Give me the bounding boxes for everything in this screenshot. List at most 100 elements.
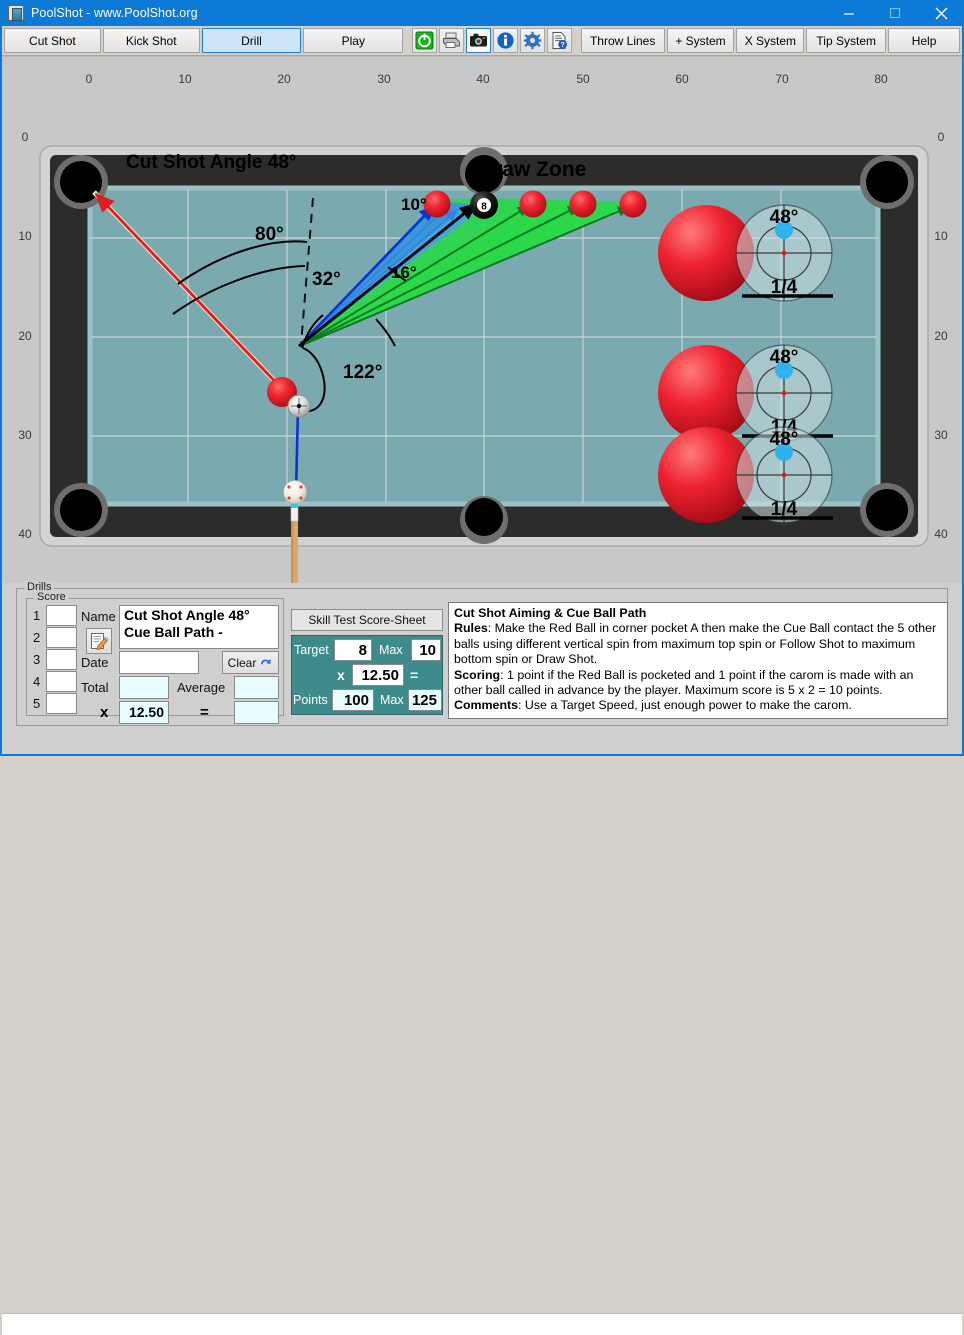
tip-system-button[interactable]: Tip System [806,28,887,53]
aim-fraction-3: 1/4 [771,499,798,520]
undo-icon [261,658,271,665]
app-window: PoolShot - www.PoolShot.org Cut Shot Kic… [0,0,964,1335]
pocket-top-right [860,155,914,209]
bottom-panel: Drills Score 1 2 3 4 5 Name Cut Shot Ang… [2,581,962,1335]
camera-icon[interactable] [466,28,491,53]
date-input[interactable] [119,651,199,674]
aim-fraction-1: 1/4 [771,277,798,298]
window-title: PoolShot - www.PoolShot.org [31,6,198,20]
target-label: Target [294,643,329,657]
eight-ball-number: 8 [481,202,487,213]
scoring-text: : 1 point if the Red Ball is pocketed an… [454,667,914,698]
eight-ball: 8 [470,191,498,219]
aim-angle-3: 48° [770,429,799,450]
name-input[interactable]: Cut Shot Angle 48° Cue Ball Path - [119,605,279,649]
window-controls [826,0,964,26]
score-input-5[interactable] [46,693,77,714]
score-row-num-4: 4 [33,674,41,689]
name-line-1: Cut Shot Angle 48° [124,607,250,623]
tab-drill[interactable]: Drill [201,28,302,53]
svg-text:?: ? [560,42,564,49]
comments-label: Comments [454,698,519,713]
score-row-num-1: 1 [33,608,41,623]
score-row-num-3: 3 [33,652,41,667]
date-label: Date [81,655,109,670]
target-ball-1 [423,190,451,218]
skill-test-header[interactable]: Skill Test Score-Sheet [291,609,443,631]
target-input[interactable]: 8 [334,639,372,661]
name-line-2: Cue Ball Path - [124,624,223,640]
printer-icon[interactable] [439,28,465,53]
pocket-bottom-right [860,483,914,537]
power-icon[interactable] [412,28,438,53]
average-label: Average [177,680,226,695]
rules-label: Rules [454,621,488,636]
target-max-value-box: 10 [411,639,441,661]
result-value [234,701,279,724]
points-max-value-box: 125 [408,689,442,711]
minimize-icon[interactable] [826,0,872,26]
points-max-value: 125 [411,692,437,709]
score-input-4[interactable] [46,671,77,692]
name-label: Name [81,609,116,624]
clear-button-label: Clear [227,655,257,670]
comments-text: : Use a Target Speed, just enough power … [518,698,852,713]
pool-table-stage[interactable]: 0 10 20 30 40 50 60 70 80 0 10 20 30 40 … [2,58,962,639]
maximize-icon[interactable] [872,0,918,26]
points-label: Points [293,693,328,707]
score-input-1[interactable] [46,605,77,626]
equals-label: = [200,704,209,721]
target-max-value: 10 [419,642,436,659]
skill-multiplier-box: 12.50 [352,664,404,686]
draw-zone-label: Draw Zone [479,158,586,181]
total-label: Total [81,680,109,695]
clear-button[interactable]: Clear [222,651,279,674]
tab-play[interactable]: Play [303,28,404,53]
description-title: Cut Shot Aiming & Cue Ball Path [454,606,647,620]
total-value [119,676,169,699]
target-ball-4 [569,190,597,218]
cue-ball [283,480,307,504]
skill-multiplier-value: 12.50 [361,667,399,684]
scoring-label: Scoring [454,667,501,682]
description-box: Cut Shot Aiming & Cue Ball Path Rules: M… [448,602,948,719]
edit-note-icon[interactable] [86,628,112,654]
skill-equals-label: = [410,667,419,683]
target-ball-3 [519,190,547,218]
close-icon[interactable] [918,0,964,26]
multiplier-text: 12.50 [128,704,164,720]
multiply-label: x [100,704,109,721]
score-row-num-5: 5 [33,696,41,711]
tab-cut-shot[interactable]: Cut Shot [4,28,101,53]
average-value [234,676,279,699]
angle-80-label: 80° [255,224,284,245]
throw-lines-button[interactable]: Throw Lines [580,28,665,53]
title-bar: PoolShot - www.PoolShot.org [0,0,964,26]
target-max-label: Max [379,643,403,657]
score-input-2[interactable] [46,627,77,648]
tab-kick-shot[interactable]: Kick Shot [102,28,200,53]
help-button[interactable]: Help [888,28,960,53]
gear-icon[interactable] [519,28,545,53]
angle-16-label: 16° [391,263,417,282]
score-input-3[interactable] [46,649,77,670]
points-max-label: Max [380,693,404,707]
rules-text: : Make the Red Ball in corner pocket A t… [454,621,937,667]
info-icon[interactable] [492,28,518,53]
x-system-button[interactable]: X System [736,28,805,53]
cut-shot-angle-label: Cut Shot Angle 48° [126,152,297,173]
points-value-box: 100 [332,689,374,711]
plus-system-button[interactable]: + System [666,28,735,53]
skill-multiply-label: x [337,667,345,683]
status-bar [2,1313,962,1335]
target-value: 8 [358,642,367,659]
aim-angle-1: 48° [770,207,799,228]
multiplier-value[interactable]: 12.50 [119,701,169,724]
angle-10-label: 10° [401,195,427,214]
score-group-label: Score [34,591,69,603]
document-help-icon[interactable]: ? [546,28,572,53]
angle-122-label: 122° [343,362,382,383]
pocket-bottom-middle [460,496,508,544]
pool-table-diagram[interactable]: 8 48° 1/4 48° 48° 1/4 Cut Shot Angle 48°… [2,58,962,639]
aim-angle-2: 48° [770,347,799,368]
